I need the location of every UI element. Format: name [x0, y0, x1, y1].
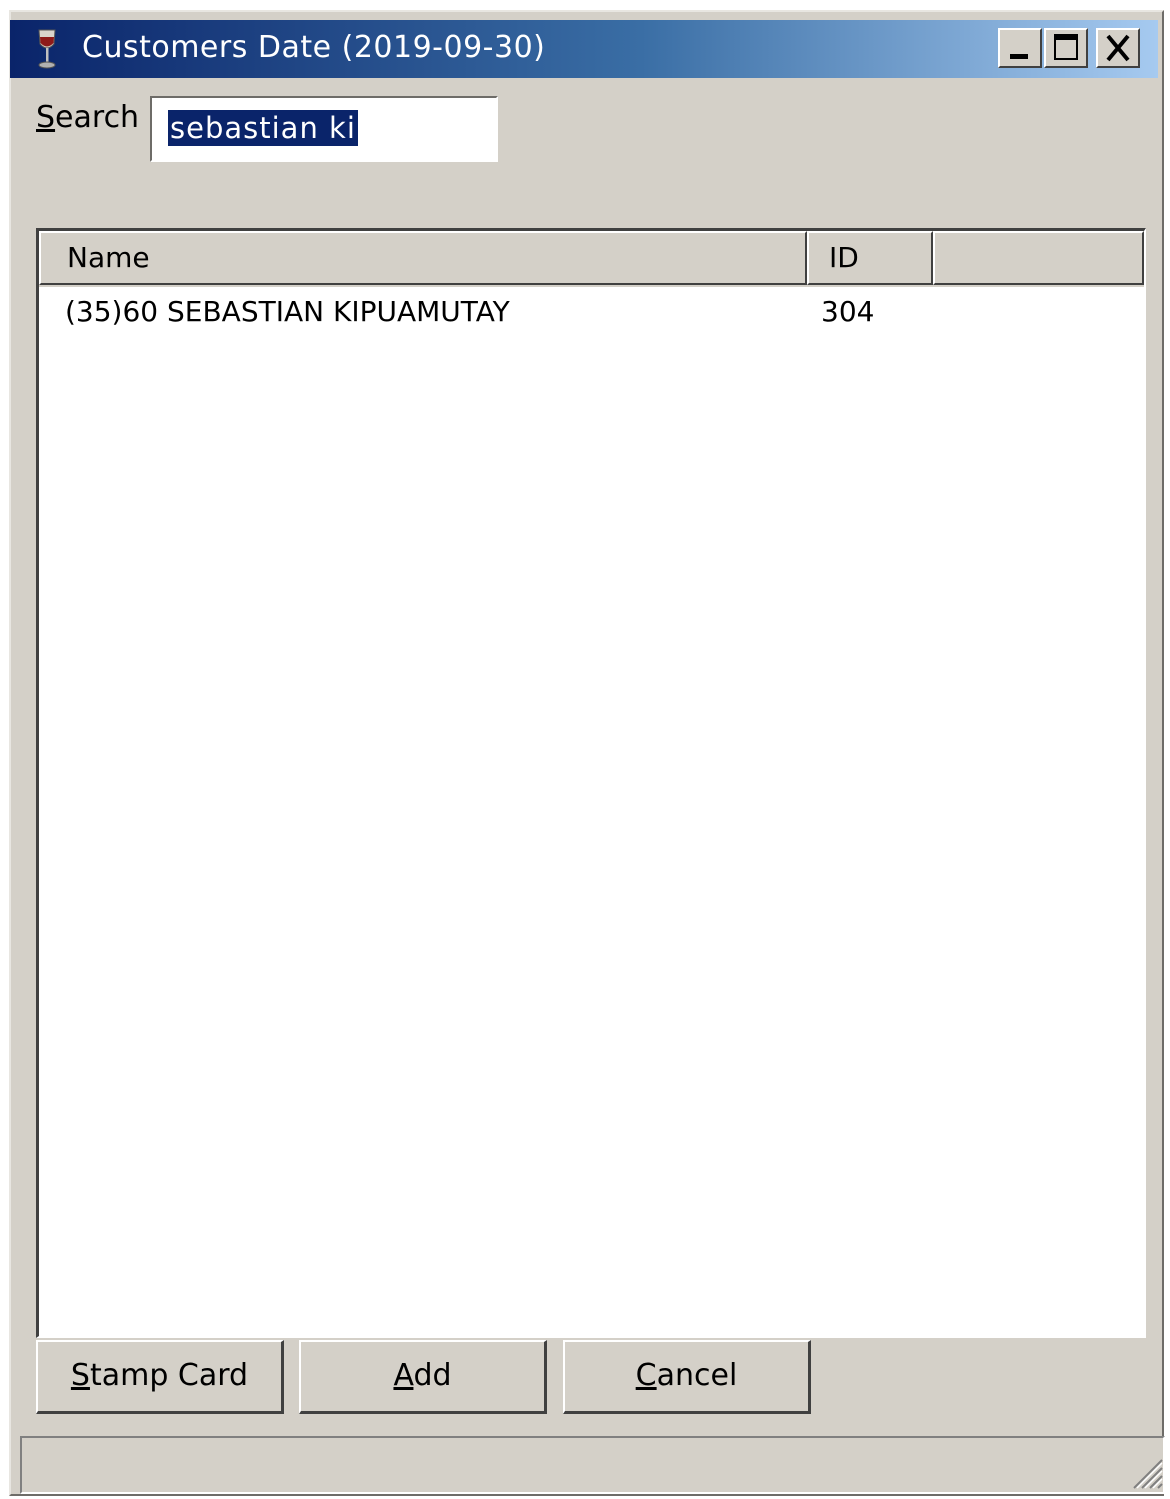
status-bar — [20, 1436, 1165, 1494]
cell-id: 304 — [821, 295, 875, 328]
search-input-value: sebastian ki — [168, 110, 358, 146]
close-button[interactable] — [1096, 28, 1140, 68]
table-header: Name ID — [39, 231, 1144, 287]
add-button[interactable]: Add — [299, 1340, 547, 1414]
window-title: Customers Date (2019-09-30) — [82, 30, 546, 65]
maximize-icon — [1054, 34, 1078, 60]
cell-name: (35)60 SEBASTIAN KIPUAMUTAY — [65, 295, 510, 328]
search-input[interactable]: sebastian ki — [148, 94, 500, 164]
title-bar[interactable]: Customers Date (2019-09-30) — [10, 20, 1158, 78]
column-header-filler — [933, 231, 1144, 285]
column-header-id[interactable]: ID — [807, 231, 933, 285]
table-row[interactable]: (35)60 SEBASTIAN KIPUAMUTAY 304 — [39, 287, 1144, 341]
minimize-icon — [1010, 54, 1028, 59]
cancel-button[interactable]: Cancel — [563, 1340, 811, 1414]
wine-glass-icon — [36, 28, 58, 70]
search-label: Search — [36, 100, 140, 135]
resize-grip-icon[interactable] — [1126, 1452, 1164, 1490]
table-body: (35)60 SEBASTIAN KIPUAMUTAY 304 — [39, 287, 1144, 341]
minimize-button[interactable] — [998, 28, 1042, 68]
close-icon — [1106, 34, 1130, 62]
customers-table[interactable]: Name ID (35)60 SEBASTIAN KIPUAMUTAY 304 — [36, 228, 1146, 1338]
column-header-name[interactable]: Name — [39, 231, 807, 285]
stamp-card-button[interactable]: Stamp Card — [36, 1340, 284, 1414]
maximize-button[interactable] — [1044, 28, 1088, 68]
